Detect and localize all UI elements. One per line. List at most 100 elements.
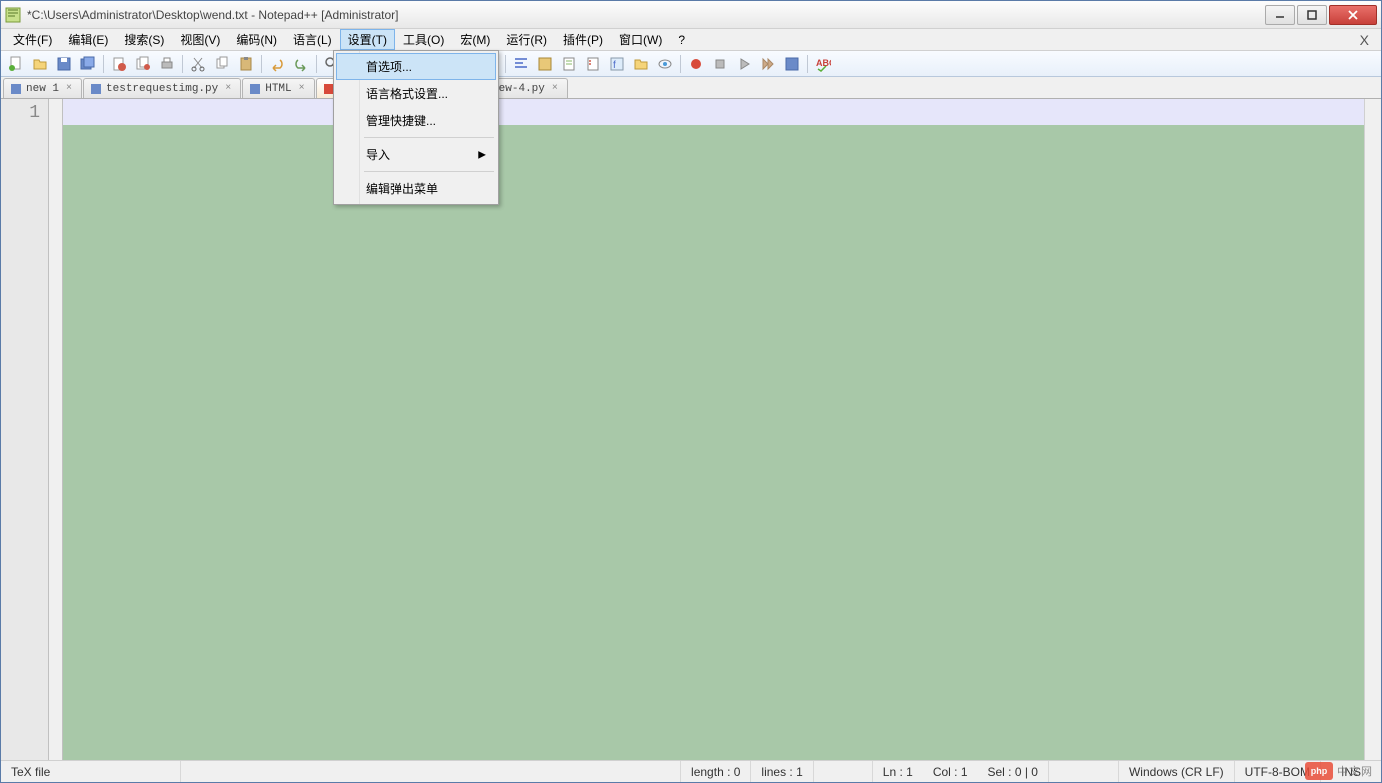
svg-text:ABC: ABC (816, 58, 831, 68)
menu-window[interactable]: 窗口(W) (611, 29, 670, 50)
menubar: 文件(F) 编辑(E) 搜索(S) 视图(V) 编码(N) 语言(L) 设置(T… (1, 29, 1381, 51)
undo-icon[interactable] (266, 53, 288, 75)
status-lines: lines : 1 (751, 761, 812, 782)
watermark: php 中文网 (1305, 762, 1373, 780)
submenu-arrow-icon: ▶ (478, 149, 486, 160)
menu-language[interactable]: 语言(L) (285, 29, 340, 50)
toolbar-separator (103, 55, 104, 73)
menu-edit-popup[interactable]: 编辑弹出菜单 (336, 175, 496, 202)
toolbar-separator (680, 55, 681, 73)
tab-close-icon[interactable]: × (63, 83, 75, 95)
doc-map-icon[interactable] (558, 53, 580, 75)
line-number: 1 (1, 103, 40, 123)
new-file-icon[interactable] (5, 53, 27, 75)
close-button[interactable] (1329, 5, 1377, 25)
tab-close-icon[interactable]: × (296, 83, 308, 95)
close-all-icon[interactable] (132, 53, 154, 75)
minimize-button[interactable] (1265, 5, 1295, 25)
toolbar: ¶ f ABC (1, 51, 1381, 77)
settings-dropdown: 首选项... 语言格式设置... 管理快捷键... 导入▶ 编辑弹出菜单 (333, 50, 499, 205)
stop-icon[interactable] (709, 53, 731, 75)
menu-help[interactable]: ? (670, 29, 693, 50)
dropdown-separator (364, 137, 494, 138)
copy-icon[interactable] (211, 53, 233, 75)
status-filetype: TeX file (1, 761, 181, 782)
app-window: *C:\Users\Administrator\Desktop\wend.txt… (0, 0, 1382, 783)
monitor-icon[interactable] (654, 53, 676, 75)
paste-icon[interactable] (235, 53, 257, 75)
toolbar-separator (807, 55, 808, 73)
doc-list-icon[interactable] (582, 53, 604, 75)
svg-text:f: f (613, 60, 616, 71)
tab-label: new 1 (26, 83, 59, 95)
record-icon[interactable] (685, 53, 707, 75)
tab-close-icon[interactable]: × (222, 83, 234, 95)
menu-view[interactable]: 视图(V) (172, 29, 228, 50)
menu-style-configurator[interactable]: 语言格式设置... (336, 80, 496, 107)
statusbar: TeX file length : 0 lines : 1 Ln : 1 Col… (1, 760, 1381, 782)
status-sel: Sel : 0 | 0 (978, 761, 1049, 782)
menu-import[interactable]: 导入▶ (336, 141, 496, 168)
tabbar: new 1 × testrequestimg.py × HTML × wen ×… (1, 77, 1381, 99)
menu-search[interactable]: 搜索(S) (116, 29, 172, 50)
close-file-icon[interactable] (108, 53, 130, 75)
file-saved-icon (90, 83, 102, 95)
menu-encoding[interactable]: 编码(N) (228, 29, 285, 50)
tab-html[interactable]: HTML × (242, 78, 314, 98)
text-area[interactable] (63, 99, 1364, 760)
status-spacer (181, 761, 681, 782)
current-line-highlight (63, 99, 1364, 125)
status-ln: Ln : 1 (873, 761, 923, 782)
show-indent-icon[interactable] (510, 53, 532, 75)
window-title: *C:\Users\Administrator\Desktop\wend.txt… (27, 8, 1263, 22)
toolbar-separator (182, 55, 183, 73)
print-icon[interactable] (156, 53, 178, 75)
menu-edit[interactable]: 编辑(E) (60, 29, 116, 50)
status-length: length : 0 (681, 761, 751, 782)
tab-close-icon[interactable]: × (549, 83, 561, 95)
save-icon[interactable] (53, 53, 75, 75)
line-number-gutter: 1 (1, 99, 49, 760)
tab-close-x[interactable]: X (1352, 29, 1377, 50)
play-icon[interactable] (733, 53, 755, 75)
file-saved-icon (10, 83, 22, 95)
tab-new1[interactable]: new 1 × (3, 78, 82, 98)
toolbar-separator (505, 55, 506, 73)
userlang-icon[interactable] (534, 53, 556, 75)
function-list-icon[interactable]: f (606, 53, 628, 75)
menu-plugins[interactable]: 插件(P) (555, 29, 611, 50)
watermark-logo: php (1305, 762, 1333, 780)
menu-preferences[interactable]: 首选项... (336, 53, 496, 80)
save-all-icon[interactable] (77, 53, 99, 75)
redo-icon[interactable] (290, 53, 312, 75)
playback-multi-icon[interactable] (757, 53, 779, 75)
titlebar: *C:\Users\Administrator\Desktop\wend.txt… (1, 1, 1381, 29)
dropdown-separator (364, 171, 494, 172)
file-saved-icon (249, 83, 261, 95)
app-icon (5, 7, 21, 23)
tab-label: HTML (265, 83, 291, 95)
cut-icon[interactable] (187, 53, 209, 75)
spellcheck-icon[interactable]: ABC (812, 53, 834, 75)
menu-run[interactable]: 运行(R) (498, 29, 555, 50)
folder-workspace-icon[interactable] (630, 53, 652, 75)
status-spacer2 (813, 761, 873, 782)
status-eol[interactable]: Windows (CR LF) (1119, 761, 1235, 782)
open-file-icon[interactable] (29, 53, 51, 75)
toolbar-separator (316, 55, 317, 73)
save-macro-icon[interactable] (781, 53, 803, 75)
menu-shortcut-mapper[interactable]: 管理快捷键... (336, 107, 496, 134)
maximize-button[interactable] (1297, 5, 1327, 25)
watermark-text: 中文网 (1337, 763, 1373, 779)
fold-margin (49, 99, 63, 760)
menu-macro[interactable]: 宏(M) (452, 29, 498, 50)
tab-testrequestimg[interactable]: testrequestimg.py × (83, 78, 241, 98)
vertical-scrollbar[interactable] (1364, 99, 1381, 760)
menu-settings[interactable]: 设置(T) (340, 29, 395, 50)
toolbar-separator (261, 55, 262, 73)
tab-label: new-4.py (492, 83, 545, 95)
menu-tools[interactable]: 工具(O) (395, 29, 452, 50)
editor-area: 1 (1, 99, 1381, 760)
status-col: Col : 1 (923, 761, 978, 782)
menu-file[interactable]: 文件(F) (5, 29, 60, 50)
